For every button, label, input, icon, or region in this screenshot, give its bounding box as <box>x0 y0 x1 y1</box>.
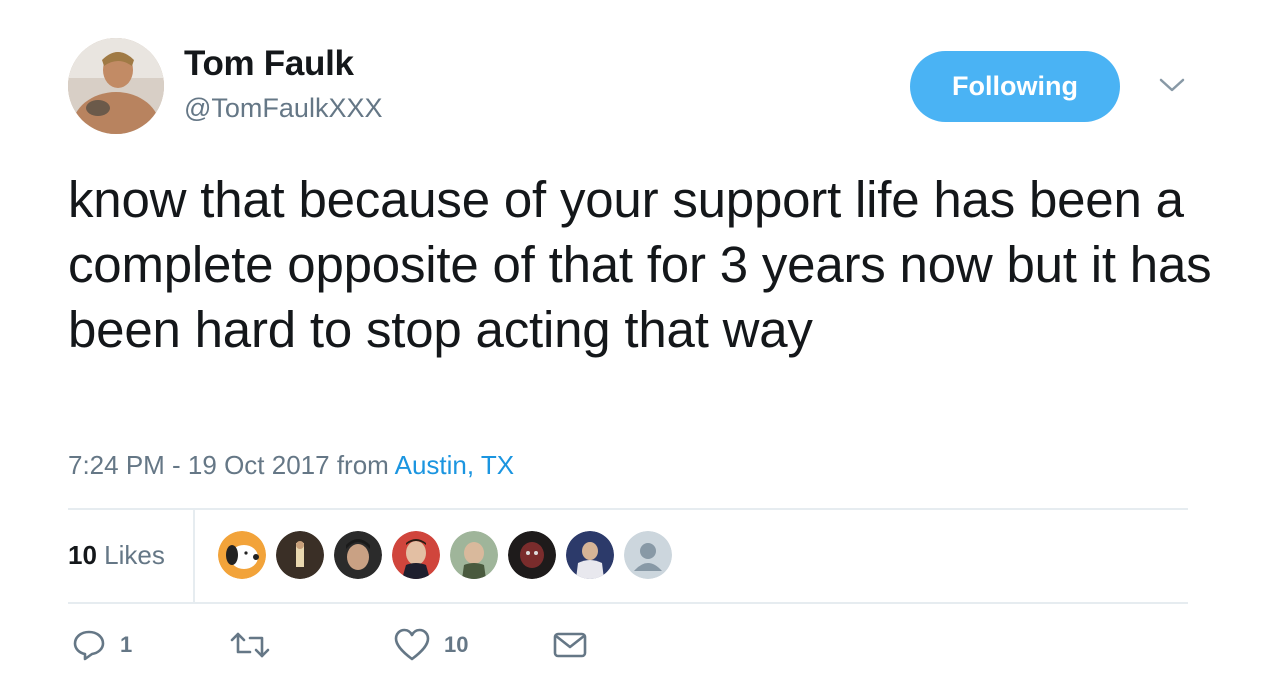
default-avatar-icon <box>624 531 672 579</box>
like-button[interactable]: 10 <box>394 628 468 662</box>
liker-avatar[interactable] <box>392 531 440 579</box>
following-button[interactable]: Following <box>910 51 1120 122</box>
like-count: 10 <box>444 632 469 657</box>
liker-avatar[interactable] <box>450 531 498 579</box>
author-avatar[interactable] <box>68 38 164 134</box>
heart-icon <box>394 628 430 661</box>
tweet-text: know that because of your support life h… <box>68 171 1212 358</box>
likes-stat[interactable]: 10 Likes <box>68 540 165 571</box>
tweet-metadata: 7:24 PM - 19 Oct 2017 from Austin, TX <box>68 450 514 481</box>
user-avatar-icon <box>508 531 556 579</box>
direct-message-button[interactable] <box>552 628 588 662</box>
liker-avatar[interactable] <box>624 531 672 579</box>
reply-count: 1 <box>120 632 133 657</box>
from-label: from <box>336 450 389 480</box>
reply-button[interactable]: 1 <box>72 628 132 662</box>
avatar-photo-icon <box>68 38 164 134</box>
author-handle[interactable]: @TomFaulkXXX <box>184 93 382 124</box>
snoopy-avatar-icon <box>218 531 266 579</box>
envelope-icon <box>553 632 587 658</box>
retweet-icon <box>230 632 270 658</box>
likers-list <box>218 531 682 581</box>
user-avatar-icon <box>566 531 614 579</box>
liker-avatar[interactable] <box>508 531 556 579</box>
likes-label: Likes <box>104 540 165 570</box>
user-avatar-icon <box>392 531 440 579</box>
retweet-button[interactable] <box>230 628 284 662</box>
location-link[interactable]: Austin, TX <box>395 450 514 480</box>
liker-avatar[interactable] <box>276 531 324 579</box>
chevron-down-icon[interactable] <box>1158 75 1186 95</box>
reply-icon <box>73 630 105 661</box>
user-avatar-icon <box>334 531 382 579</box>
liker-avatar[interactable] <box>218 531 266 579</box>
liker-avatar[interactable] <box>566 531 614 579</box>
divider <box>68 508 1188 510</box>
tweet-timestamp[interactable]: 7:24 PM - 19 Oct 2017 <box>68 450 330 480</box>
user-avatar-icon <box>450 531 498 579</box>
author-name[interactable]: Tom Faulk <box>184 44 354 84</box>
liker-avatar[interactable] <box>334 531 382 579</box>
user-avatar-icon <box>276 531 324 579</box>
divider <box>68 602 1188 604</box>
stat-divider <box>193 510 195 602</box>
likes-count: 10 <box>68 540 97 570</box>
